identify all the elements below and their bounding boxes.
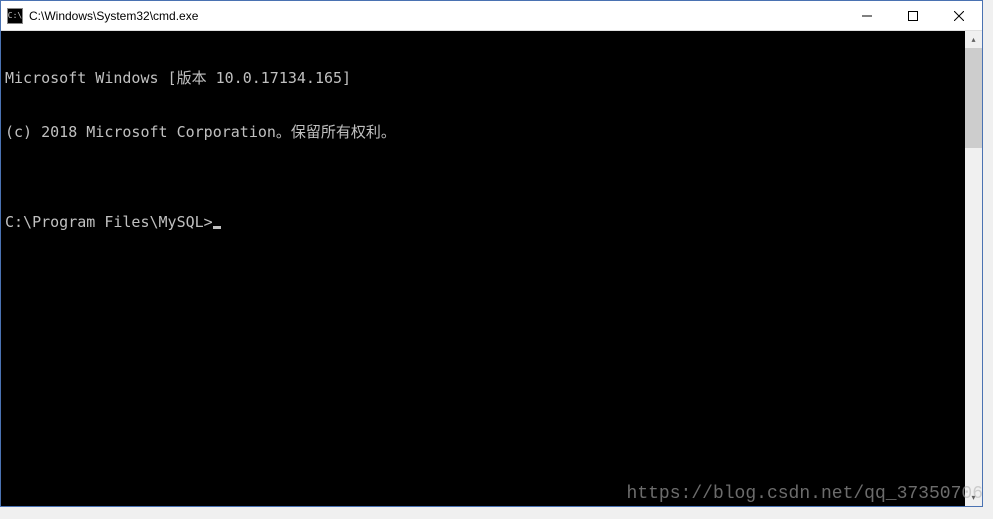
scroll-down-button[interactable]: ▾ bbox=[965, 489, 982, 506]
close-button[interactable] bbox=[936, 1, 982, 30]
window-title: C:\Windows\System32\cmd.exe bbox=[29, 9, 844, 23]
prompt-line: C:\Program Files\MySQL> bbox=[5, 213, 961, 231]
console-line: Microsoft Windows [版本 10.0.17134.165] bbox=[5, 69, 961, 87]
window-controls bbox=[844, 1, 982, 30]
maximize-button[interactable] bbox=[890, 1, 936, 30]
titlebar[interactable]: C:\ C:\Windows\System32\cmd.exe bbox=[1, 1, 982, 31]
cursor-icon bbox=[213, 226, 221, 229]
console-area: Microsoft Windows [版本 10.0.17134.165] (c… bbox=[1, 31, 982, 506]
app-icon: C:\ bbox=[7, 8, 23, 24]
prompt-text: C:\Program Files\MySQL> bbox=[5, 213, 213, 231]
console-line: (c) 2018 Microsoft Corporation。保留所有权利。 bbox=[5, 123, 961, 141]
console-output[interactable]: Microsoft Windows [版本 10.0.17134.165] (c… bbox=[1, 31, 965, 506]
vertical-scrollbar[interactable]: ▴ ▾ bbox=[965, 31, 982, 506]
minimize-button[interactable] bbox=[844, 1, 890, 30]
scrollbar-thumb[interactable] bbox=[965, 48, 982, 148]
cmd-window: C:\ C:\Windows\System32\cmd.exe Microsof… bbox=[0, 0, 983, 507]
scroll-up-button[interactable]: ▴ bbox=[965, 31, 982, 48]
